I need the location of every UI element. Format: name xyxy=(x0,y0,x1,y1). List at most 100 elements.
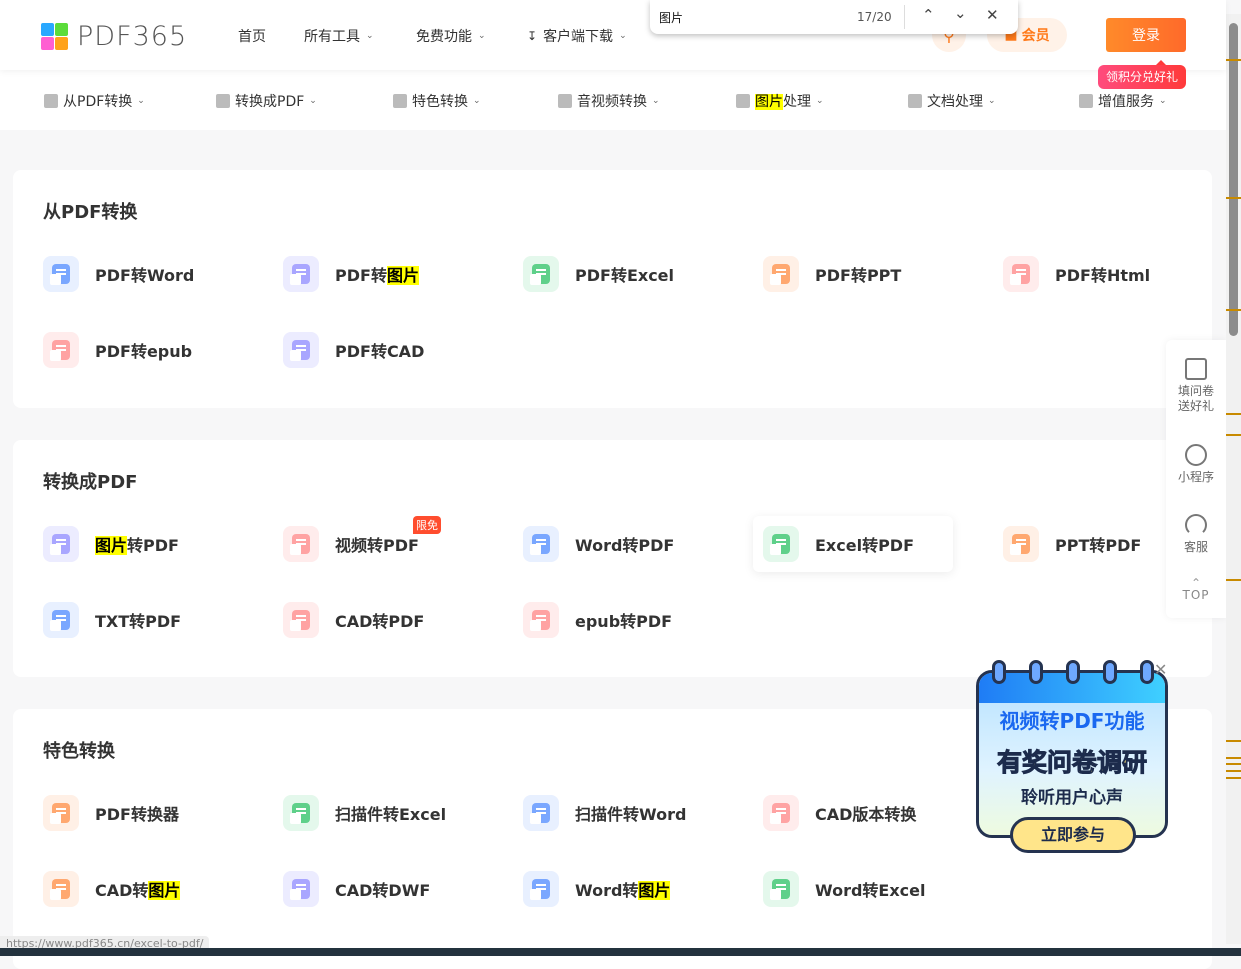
ring-icon xyxy=(1140,660,1154,684)
ring-icon xyxy=(1029,660,1043,684)
subnav-special[interactable]: 特色转换 ⌄ xyxy=(393,91,481,111)
nav-home[interactable]: 首页 xyxy=(238,26,266,46)
sidebar-mini-program[interactable]: 小程序 xyxy=(1166,444,1226,485)
tool-item[interactable]: CAD转PDF xyxy=(283,592,483,648)
label-text: PDF转PPT xyxy=(815,266,902,285)
survey-promo-popup[interactable]: 视频转PDF功能 有奖问卷调研 聆听用户心声 ✕ 立即参与 xyxy=(976,660,1168,854)
tool-icon xyxy=(523,871,559,907)
label-text: Word转PDF xyxy=(575,536,675,555)
subnav-value-added[interactable]: 增值服务 ⌄ xyxy=(1079,91,1167,111)
label-text: TXT转PDF xyxy=(95,612,182,631)
tool-item[interactable]: PDF转Excel xyxy=(523,246,723,302)
tool-item[interactable]: 扫描件转Excel xyxy=(283,785,483,841)
divider xyxy=(904,5,905,29)
tool-icon xyxy=(283,332,319,368)
tool-label: CAD转图片 xyxy=(95,877,181,901)
member-label: 会员 xyxy=(1021,28,1050,44)
subnav-label: 特色转换 xyxy=(412,91,468,111)
tool-item[interactable]: PDF转图片 xyxy=(283,246,483,302)
status-url: https://www.pdf365.cn/excel-to-pdf/ xyxy=(0,936,210,948)
tool-item[interactable]: PDF转PPT xyxy=(763,246,963,302)
tool-icon xyxy=(1003,526,1039,562)
subnav-from-pdf[interactable]: 从PDF转换 ⌄ xyxy=(44,91,145,111)
find-match-marker xyxy=(1226,770,1241,772)
section-card: 从PDF转换 PDF转Word PDF转图片 PDF转Excel PDF转PPT PDF转… xyxy=(13,170,1212,408)
gift-tooltip[interactable]: 领积分兑好礼 xyxy=(1098,60,1187,89)
tool-item[interactable]: Word转PDF xyxy=(523,516,723,572)
tool-item[interactable]: Word转Excel xyxy=(763,861,963,917)
find-input[interactable]: 图片 xyxy=(659,9,683,26)
tool-item[interactable]: CAD转DWF xyxy=(283,861,483,917)
tool-label: Excel转PDF xyxy=(815,532,914,556)
tool-icon xyxy=(763,256,799,292)
scrollbar-thumb[interactable] xyxy=(1229,23,1238,336)
find-match-marker xyxy=(1226,763,1241,765)
tool-item[interactable]: Excel转PDF xyxy=(753,516,953,572)
headset-icon xyxy=(1185,514,1207,536)
tool-label: Word转Excel xyxy=(815,877,926,901)
tool-icon xyxy=(43,602,79,638)
tool-icon xyxy=(523,602,559,638)
nav-label: 所有工具 xyxy=(304,29,360,45)
close-icon[interactable]: ✕ xyxy=(1154,660,1167,679)
tool-icon xyxy=(43,332,79,368)
tool-item[interactable]: 图片转PDF xyxy=(43,516,243,572)
tool-item[interactable]: 视频转PDF 限免 xyxy=(283,516,483,572)
subnav-document[interactable]: 文档处理 ⌄ xyxy=(908,91,996,111)
sidebar-customer-service[interactable]: 客服 xyxy=(1166,514,1226,555)
find-previous-icon[interactable]: ⌃ xyxy=(922,6,935,24)
limited-free-badge: 限免 xyxy=(413,516,441,534)
find-close-icon[interactable]: ✕ xyxy=(986,6,999,24)
sidebar-survey[interactable]: 填问卷送好礼 xyxy=(1166,358,1226,414)
tool-item[interactable]: PDF转换器 xyxy=(43,785,243,841)
promo-line2: 有奖问卷调研 xyxy=(996,748,1147,778)
login-button[interactable]: 登录 xyxy=(1106,18,1186,52)
nav-client-download[interactable]: ↧ 客户端下载 ⌄ xyxy=(527,26,627,46)
label-text: Word转Excel xyxy=(815,881,926,900)
tool-item[interactable]: PDF转Word xyxy=(43,246,243,302)
tool-item[interactable]: PDF转Html xyxy=(1003,246,1203,302)
category-icon xyxy=(393,94,407,108)
tool-item[interactable]: CAD版本转换 xyxy=(763,785,963,841)
tool-icon xyxy=(523,795,559,831)
find-bar: 图片 17/20 ⌃ ⌄ ✕ xyxy=(650,0,1018,34)
subnav-audio-video[interactable]: 音视频转换 ⌄ xyxy=(558,91,660,111)
logo[interactable]: PDF365 xyxy=(41,21,187,52)
nav-free-features[interactable]: 免费功能 ⌄ xyxy=(416,26,486,46)
label-text: 视频转PDF xyxy=(335,536,419,555)
chevron-down-icon: ⌄ xyxy=(309,96,317,106)
subnav-image[interactable]: 图片处理 ⌄ xyxy=(736,91,824,111)
tool-icon xyxy=(763,795,799,831)
tool-item[interactable]: TXT转PDF xyxy=(43,592,243,648)
tool-item[interactable]: PDF转epub xyxy=(43,322,243,378)
nav-label: 客户端下载 xyxy=(543,29,614,45)
mini-program-icon xyxy=(1185,444,1207,466)
nav-all-tools[interactable]: 所有工具 ⌄ xyxy=(304,26,374,46)
subnav-to-pdf[interactable]: 转换成PDF ⌄ xyxy=(216,91,317,111)
ring-icon xyxy=(1066,660,1080,684)
tool-icon xyxy=(283,795,319,831)
join-now-button[interactable]: 立即参与 xyxy=(1010,817,1136,853)
tool-item[interactable]: 扫描件转Word xyxy=(523,785,723,841)
tool-icon xyxy=(43,871,79,907)
tool-label: 扫描件转Word xyxy=(575,801,686,825)
back-to-top-button[interactable]: ⌃ TOP xyxy=(1166,577,1226,603)
tool-item[interactable]: Word转图片 xyxy=(523,861,723,917)
floating-sidebar: 填问卷送好礼 小程序 客服 ⌃ TOP xyxy=(1166,340,1226,618)
tool-item[interactable]: epub转PDF xyxy=(523,592,723,648)
chevron-down-icon: ⌄ xyxy=(619,31,627,41)
ring-icon xyxy=(1103,660,1117,684)
search-highlight: 图片 xyxy=(148,881,181,900)
label-text: PDF转 xyxy=(335,266,387,285)
category-icon xyxy=(908,94,922,108)
find-next-icon[interactable]: ⌄ xyxy=(954,4,967,22)
logo-text: PDF365 xyxy=(77,21,188,52)
tool-item[interactable]: CAD转图片 xyxy=(43,861,243,917)
label-text: 转换成PDF xyxy=(235,94,305,110)
subnav-label: 音视频转换 xyxy=(577,91,647,111)
subnav-label: 增值服务 xyxy=(1098,91,1154,111)
tool-icon xyxy=(523,526,559,562)
label-text: CAD转PDF xyxy=(335,612,425,631)
tool-icon xyxy=(763,526,799,562)
tool-item[interactable]: PDF转CAD xyxy=(283,322,483,378)
